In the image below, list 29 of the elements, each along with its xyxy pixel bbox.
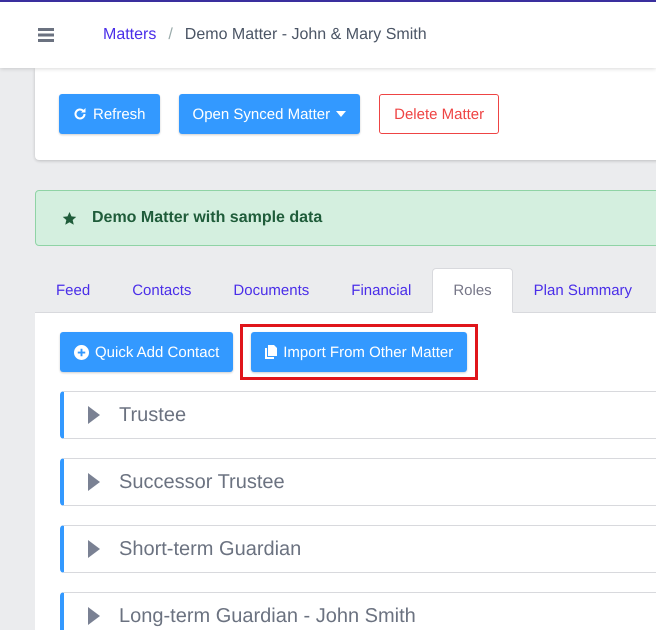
delete-button[interactable]: Delete Matter (379, 94, 500, 134)
tab[interactable]: Contacts (111, 268, 212, 313)
role-title: Short-term Guardian (119, 538, 302, 560)
dropdown-button[interactable]: Open Synced Matter (178, 94, 360, 134)
plus-circle-icon (74, 344, 89, 360)
tab[interactable]: Financial (330, 268, 432, 313)
tab[interactable]: Plan Summary (512, 268, 654, 313)
breadcrumb-current: Demo Matter - John & Mary Smith (184, 26, 427, 44)
role-row[interactable]: Trustee (60, 391, 656, 439)
alert-text: Demo Matter with sample data (92, 209, 322, 227)
role-title: Successor Trustee (119, 470, 285, 494)
document-icon (265, 345, 278, 359)
role-row[interactable]: Long-term Guardian - John Smith (60, 592, 656, 630)
role-title: Long-term Guardian - John Smith (119, 604, 416, 628)
role-row[interactable]: Short-term Guardian (60, 525, 656, 573)
tab[interactable]: Documents (212, 268, 330, 313)
role-row[interactable]: Successor Trustee (60, 458, 656, 506)
caret-icon (336, 111, 346, 117)
refresh-button[interactable]: Refresh (59, 94, 160, 134)
role-title: Trustee (119, 404, 186, 426)
quick-add-button[interactable]: Quick Add Contact (60, 332, 234, 372)
tab[interactable]: Roles (432, 268, 513, 313)
refresh-icon (73, 107, 87, 121)
tab[interactable]: Feed (35, 268, 112, 313)
breadcrumb-separator: / (168, 26, 173, 44)
star-icon (62, 210, 77, 226)
menu-icon[interactable] (38, 28, 54, 42)
import-button[interactable]: Import From Other Matter (251, 332, 468, 372)
breadcrumb-link[interactable]: Matters (103, 26, 156, 44)
